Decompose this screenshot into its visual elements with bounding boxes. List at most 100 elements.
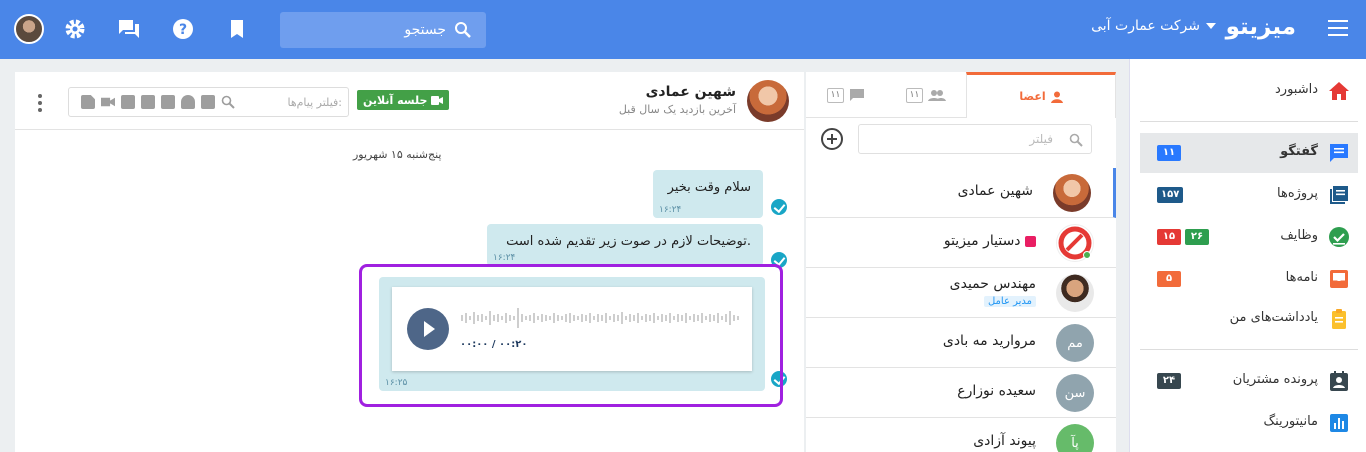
tab-members[interactable]: اعضا <box>966 72 1116 118</box>
divider <box>1140 349 1358 350</box>
bookmark-icon[interactable] <box>226 18 248 40</box>
sidebar-item-label: مانیتورینگ <box>1263 414 1318 429</box>
sidebar-item-letters[interactable]: نامه‌ها ۵ <box>1140 259 1358 299</box>
contacts-icon <box>1328 370 1350 392</box>
filter-icons <box>81 95 235 109</box>
customers-count-badge: ۲۴ <box>1157 373 1181 389</box>
search-input[interactable] <box>280 12 450 48</box>
online-status-dot <box>1083 251 1091 259</box>
avatar: مم <box>1056 324 1094 362</box>
chat-icon <box>850 89 865 101</box>
search-box[interactable] <box>280 12 486 48</box>
image-icon[interactable] <box>141 95 155 109</box>
tasks-done-badge: ۲۶ <box>1185 229 1209 245</box>
brand-logo[interactable]: میزیتو <box>1226 14 1296 40</box>
notes-icon <box>1328 308 1350 330</box>
message-filter[interactable] <box>68 87 349 117</box>
company-selector[interactable]: شرکت عمارت آبی <box>1091 18 1216 34</box>
company-name: شرکت عمارت آبی <box>1091 18 1200 34</box>
file-icon[interactable] <box>81 95 95 109</box>
member-name: مروارید مه بادی <box>942 333 1036 349</box>
tab-chats[interactable]: ۱۱ <box>806 72 886 118</box>
avatar[interactable] <box>747 80 789 122</box>
tasks-icon <box>1328 226 1350 248</box>
avatar: سن <box>1056 374 1094 412</box>
chat-icon <box>1328 142 1350 164</box>
sidebar-item-label: یادداشت‌های من <box>1229 310 1318 325</box>
svg-text:?: ? <box>179 22 187 38</box>
list-item[interactable]: مهندس حمیدی مدیر عامل <box>806 268 1116 318</box>
monitoring-icon <box>1328 412 1350 434</box>
sidebar-item-tasks[interactable]: وظایف ۲۶ ۱۵ <box>1140 217 1358 257</box>
tasks-overdue-badge: ۱۵ <box>1157 229 1181 245</box>
sidebar-item-chat[interactable]: گفتگو ۱۱ <box>1140 133 1358 173</box>
last-seen: آخرین بازدید یک سال قبل <box>618 103 736 116</box>
group-icon <box>928 90 947 101</box>
home-icon <box>1328 80 1350 102</box>
user-avatar[interactable] <box>14 14 44 44</box>
search-icon <box>1069 133 1083 147</box>
search-icon[interactable] <box>454 21 472 43</box>
sidebar-item-label: پرونده مشتریان <box>1232 372 1318 387</box>
list-item[interactable]: پآ پیوند آزادی <box>806 418 1116 452</box>
chevron-down-icon <box>1206 23 1216 29</box>
member-name: سعیده نوزارع <box>957 383 1036 399</box>
help-icon[interactable]: ? <box>172 18 194 40</box>
members-filter-input[interactable] <box>859 125 1059 153</box>
chat-icon[interactable] <box>118 18 140 40</box>
online-meeting-button[interactable]: جلسه آنلاین <box>357 90 450 110</box>
online-meeting-label: جلسه آنلاین <box>363 93 428 107</box>
list-item[interactable]: دستیار میزیتو <box>806 218 1116 268</box>
more-options-icon[interactable] <box>38 94 42 115</box>
menu-icon[interactable] <box>1328 20 1348 36</box>
projects-count-badge: ۱۵۷ <box>1157 187 1184 203</box>
assistant-badge-icon <box>1025 235 1036 247</box>
avatar: پآ <box>1056 424 1094 452</box>
calendar-icon[interactable] <box>201 95 215 109</box>
message-time: ۱۶:۲۴ <box>659 205 682 215</box>
tab-count: ۱۱ <box>826 87 845 103</box>
top-bar: میزیتو شرکت عمارت آبی ? <box>0 0 1366 59</box>
person-icon[interactable] <box>181 95 195 109</box>
video-icon[interactable] <box>101 97 115 107</box>
divider <box>1140 121 1358 122</box>
sidebar-item-dashboard[interactable]: داشبورد <box>1140 71 1358 111</box>
projects-icon <box>1328 184 1350 206</box>
sidebar-item-label: وظایف <box>1280 228 1318 243</box>
chart-icon[interactable] <box>161 95 175 109</box>
tab-groups[interactable]: ۱۱ <box>886 72 966 118</box>
list-item[interactable]: شهین عمادی <box>806 168 1116 218</box>
list-item[interactable]: مم مروارید مه بادی <box>806 318 1116 368</box>
member-name: مهندس حمیدی <box>949 276 1036 292</box>
gear-icon[interactable] <box>64 18 86 40</box>
search-icon[interactable] <box>221 95 235 109</box>
members-filter[interactable] <box>858 124 1092 154</box>
list-item[interactable]: سن سعیده نوزارع <box>806 368 1116 418</box>
member-name: شهین عمادی <box>957 183 1033 199</box>
voice-message-icon[interactable] <box>121 95 135 109</box>
add-member-button[interactable] <box>821 128 843 150</box>
message-bubble[interactable]: توضیحات لازم در صوت زیر تقدیم شده است. ۱… <box>487 224 763 266</box>
chat-count-badge: ۱۱ <box>1157 145 1181 161</box>
avatar <box>1056 274 1094 312</box>
read-check-icon <box>769 197 789 217</box>
sidebar-item-notes[interactable]: یادداشت‌های من <box>1140 299 1358 339</box>
chat-user-name[interactable]: شهین عمادی <box>646 84 736 100</box>
member-role-badge: مدیر عامل <box>983 296 1036 307</box>
inbox-icon <box>1328 268 1350 290</box>
chat-header: شهین عمادی آخرین بازدید یک سال قبل جلسه … <box>15 72 804 130</box>
selection-highlight <box>359 264 783 407</box>
video-icon <box>431 95 444 105</box>
sidebar-item-label: داشبورد <box>1275 82 1318 97</box>
sidebar-item-customers[interactable]: پرونده مشتریان ۲۴ <box>1140 361 1358 401</box>
message-bubble[interactable]: سلام وقت بخیر ۱۶:۲۴ <box>653 170 763 218</box>
contacts-tabs: ۱۱ ۱۱ اعضا <box>806 72 1116 118</box>
message-text: سلام وقت بخیر <box>667 180 751 195</box>
sidebar-item-projects[interactable]: پروژه‌ها ۱۵۷ <box>1140 175 1358 215</box>
sidebar-item-monitoring[interactable]: مانیتورینگ <box>1140 403 1358 443</box>
message-filter-input[interactable] <box>253 88 348 116</box>
avatar <box>1056 224 1094 262</box>
message-text: توضیحات لازم در صوت زیر تقدیم شده است. <box>506 234 751 249</box>
sidebar-nav: داشبورد گفتگو ۱۱ پروژه‌ها ۱۵۷ وظایف ۲۶ ۱… <box>1129 59 1366 452</box>
member-name: دستیار میزیتو <box>944 233 1036 249</box>
